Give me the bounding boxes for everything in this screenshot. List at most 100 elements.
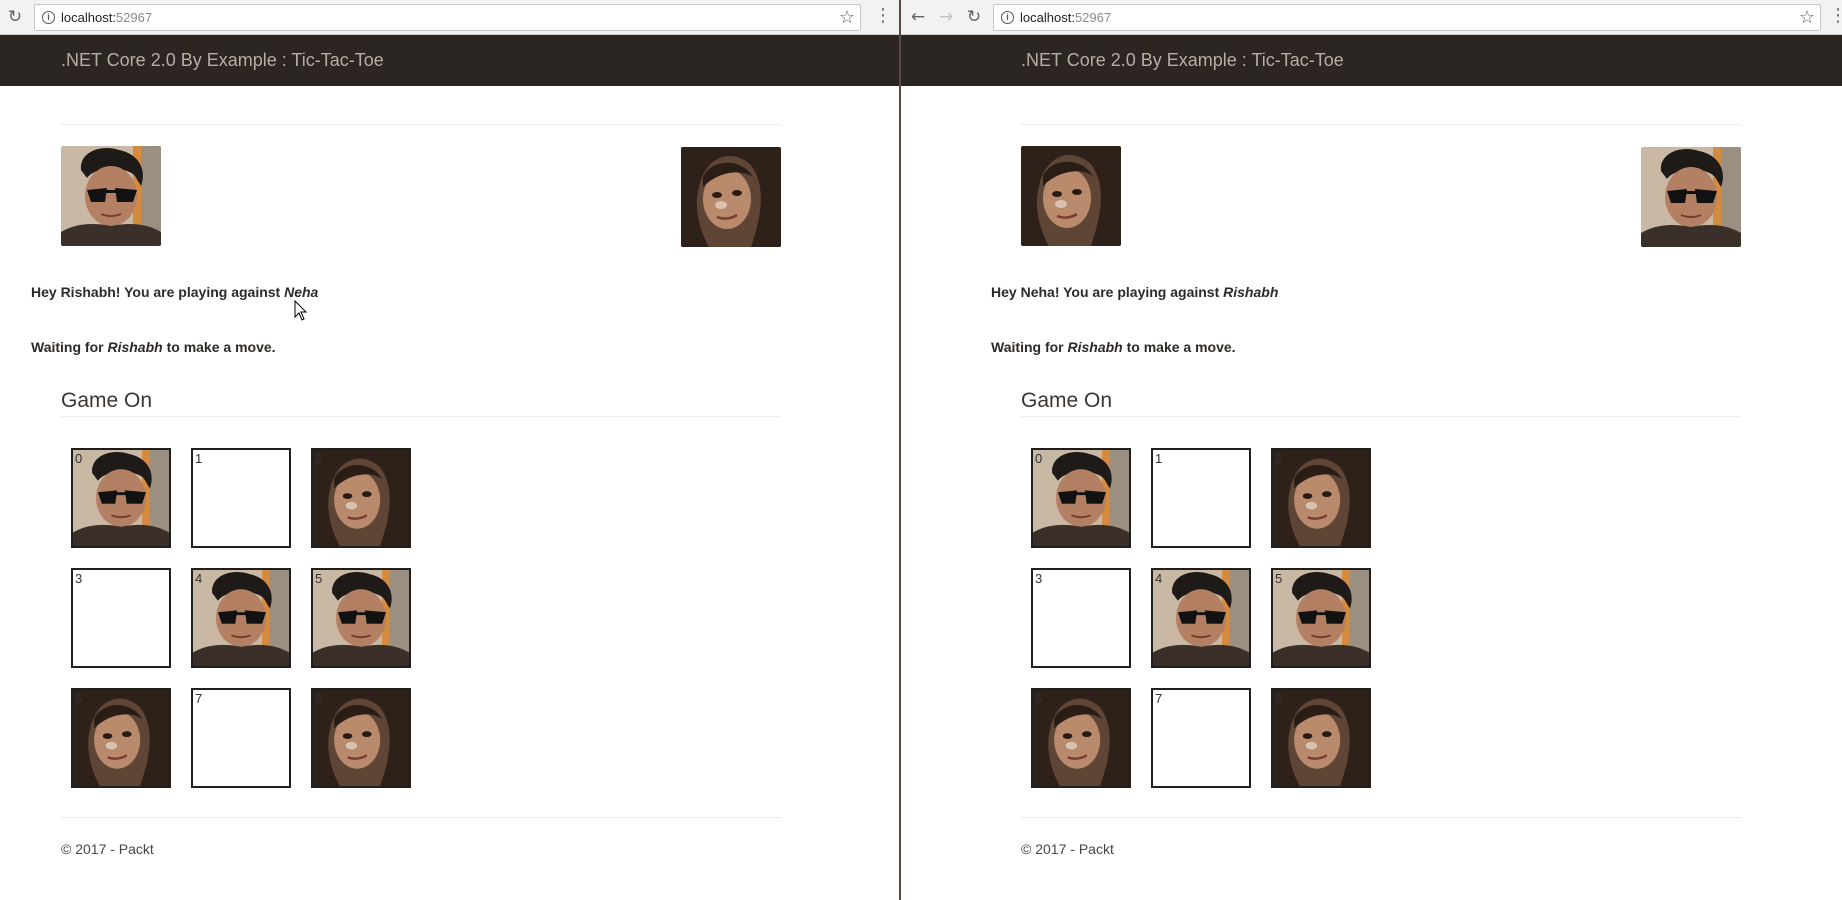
site-navbar: .NET Core 2.0 By Example : Tic-Tac-Toe: [0, 35, 900, 86]
url-port: 52967: [115, 10, 153, 25]
divider: [61, 124, 781, 125]
cell-index: 7: [1155, 691, 1163, 706]
board-cell[interactable]: 6: [71, 688, 171, 788]
opponent-name: Rishabh: [1223, 284, 1279, 300]
mouse-cursor-icon: [294, 299, 308, 322]
divider: [1021, 416, 1742, 417]
url-text: localhost:52967: [1020, 10, 1111, 25]
browser-window-rishabh: ↻ i localhost:52967 ☆ ⋮ .NET Core 2.0 By…: [0, 0, 900, 900]
footer-text: © 2017 - Packt: [61, 841, 154, 857]
rishabh-photo: [1273, 570, 1369, 666]
neha-photo: [1273, 450, 1369, 546]
board-cell[interactable]: 4: [1151, 568, 1252, 668]
menu-icon[interactable]: ⋮: [874, 6, 892, 28]
footer-text: © 2017 - Packt: [1021, 841, 1114, 857]
board-cell[interactable]: 2: [1271, 448, 1372, 548]
board-cell[interactable]: 8: [1271, 688, 1372, 788]
rishabh-photo: [1641, 147, 1741, 247]
reload-icon[interactable]: ↻: [963, 6, 985, 28]
rishabh-photo: [193, 570, 289, 666]
board-cell[interactable]: 0: [71, 448, 171, 548]
game-title: Game On: [1021, 389, 1113, 412]
greeting-text: Hey Neha! You are playing against: [991, 284, 1220, 300]
waiting-suffix: to make a move.: [1126, 339, 1236, 355]
cell-index: 6: [75, 691, 83, 706]
address-bar[interactable]: i localhost:52967 ☆: [34, 4, 861, 31]
url-host: localhost:: [61, 10, 116, 25]
reload-icon[interactable]: ↻: [4, 6, 26, 28]
cell-index: 7: [195, 691, 203, 706]
url-host: localhost:: [1020, 10, 1075, 25]
cell-index: 8: [1275, 691, 1283, 706]
board-cell[interactable]: 5: [1271, 568, 1372, 668]
rishabh-photo: [313, 570, 409, 666]
board-cell[interactable]: 1: [1151, 448, 1252, 548]
url-port: 52967: [1074, 10, 1112, 25]
screen: ↻ i localhost:52967 ☆ ⋮ .NET Core 2.0 By…: [0, 0, 1842, 900]
cell-index: 2: [315, 451, 323, 466]
greeting-message: Hey Neha! You are playing against Rishab…: [991, 284, 1278, 300]
brand-link[interactable]: .NET Core 2.0 By Example : Tic-Tac-Toe: [61, 50, 384, 71]
turn-message: Waiting for Rishabh to make a move.: [31, 339, 276, 355]
star-icon[interactable]: ☆: [839, 7, 855, 28]
self-avatar: [1021, 146, 1121, 246]
star-icon[interactable]: ☆: [1799, 7, 1815, 28]
turn-message: Waiting for Rishabh to make a move.: [991, 339, 1236, 355]
cell-index: 5: [315, 571, 323, 586]
cell-index: 3: [75, 571, 83, 586]
board-cell[interactable]: 0: [1031, 448, 1132, 548]
neha-photo: [73, 690, 169, 786]
greeting-message: Hey Rishabh! You are playing against Neh…: [31, 284, 318, 300]
divider: [1021, 817, 1742, 818]
game-title: Game On: [61, 389, 153, 412]
board-cell[interactable]: 3: [71, 568, 171, 668]
divider: [1021, 124, 1742, 125]
waiting-player: Rishabh: [107, 339, 163, 355]
board-cell[interactable]: 7: [191, 688, 291, 788]
neha-photo: [681, 147, 781, 247]
cell-index: 6: [1035, 691, 1043, 706]
neha-photo: [1033, 690, 1129, 786]
waiting-suffix: to make a move.: [166, 339, 276, 355]
board-cell[interactable]: 4: [191, 568, 291, 668]
cell-index: 4: [195, 571, 203, 586]
board-cell[interactable]: 7: [1151, 688, 1252, 788]
info-icon[interactable]: i: [1001, 11, 1015, 24]
board-cell[interactable]: 1: [191, 448, 291, 548]
board-cell[interactable]: 5: [311, 568, 411, 668]
board-cell[interactable]: 6: [1031, 688, 1132, 788]
cell-index: 0: [1035, 451, 1043, 466]
forward-icon[interactable]: →: [935, 6, 957, 28]
rishabh-photo: [1153, 570, 1249, 666]
site-navbar: .NET Core 2.0 By Example : Tic-Tac-Toe: [901, 35, 1842, 86]
brand-link[interactable]: .NET Core 2.0 By Example : Tic-Tac-Toe: [1021, 50, 1344, 71]
neha-photo: [313, 450, 409, 546]
neha-photo: [1021, 146, 1121, 246]
self-avatar: [61, 146, 161, 246]
board-cell[interactable]: 2: [311, 448, 411, 548]
neha-photo: [313, 690, 409, 786]
info-icon[interactable]: i: [42, 11, 55, 24]
opponent-avatar: [1641, 147, 1741, 247]
cell-index: 5: [1275, 571, 1283, 586]
browser-toolbar: ↻ i localhost:52967 ☆ ⋮: [0, 0, 900, 35]
back-icon[interactable]: ←: [907, 6, 929, 28]
board-cell[interactable]: 8: [311, 688, 411, 788]
board-cell[interactable]: 3: [1031, 568, 1132, 668]
browser-toolbar: ← → ↻ i localhost:52967 ☆ ⋮: [901, 0, 1842, 35]
waiting-prefix: Waiting for: [31, 339, 104, 355]
cell-index: 0: [75, 451, 83, 466]
cell-index: 4: [1155, 571, 1163, 586]
rishabh-photo: [73, 450, 169, 546]
menu-icon[interactable]: ⋮: [1829, 6, 1842, 28]
url-text: localhost:52967: [61, 10, 152, 25]
neha-photo: [1273, 690, 1369, 786]
address-bar[interactable]: i localhost:52967 ☆: [993, 4, 1822, 31]
cell-index: 2: [1275, 451, 1283, 466]
browser-window-neha: ← → ↻ i localhost:52967 ☆ ⋮ .NET Core 2.…: [901, 0, 1842, 900]
opponent-name: Neha: [284, 284, 319, 300]
waiting-prefix: Waiting for: [991, 339, 1064, 355]
rishabh-photo: [1033, 450, 1129, 546]
cell-index: 1: [195, 451, 203, 466]
rishabh-photo: [61, 146, 161, 246]
